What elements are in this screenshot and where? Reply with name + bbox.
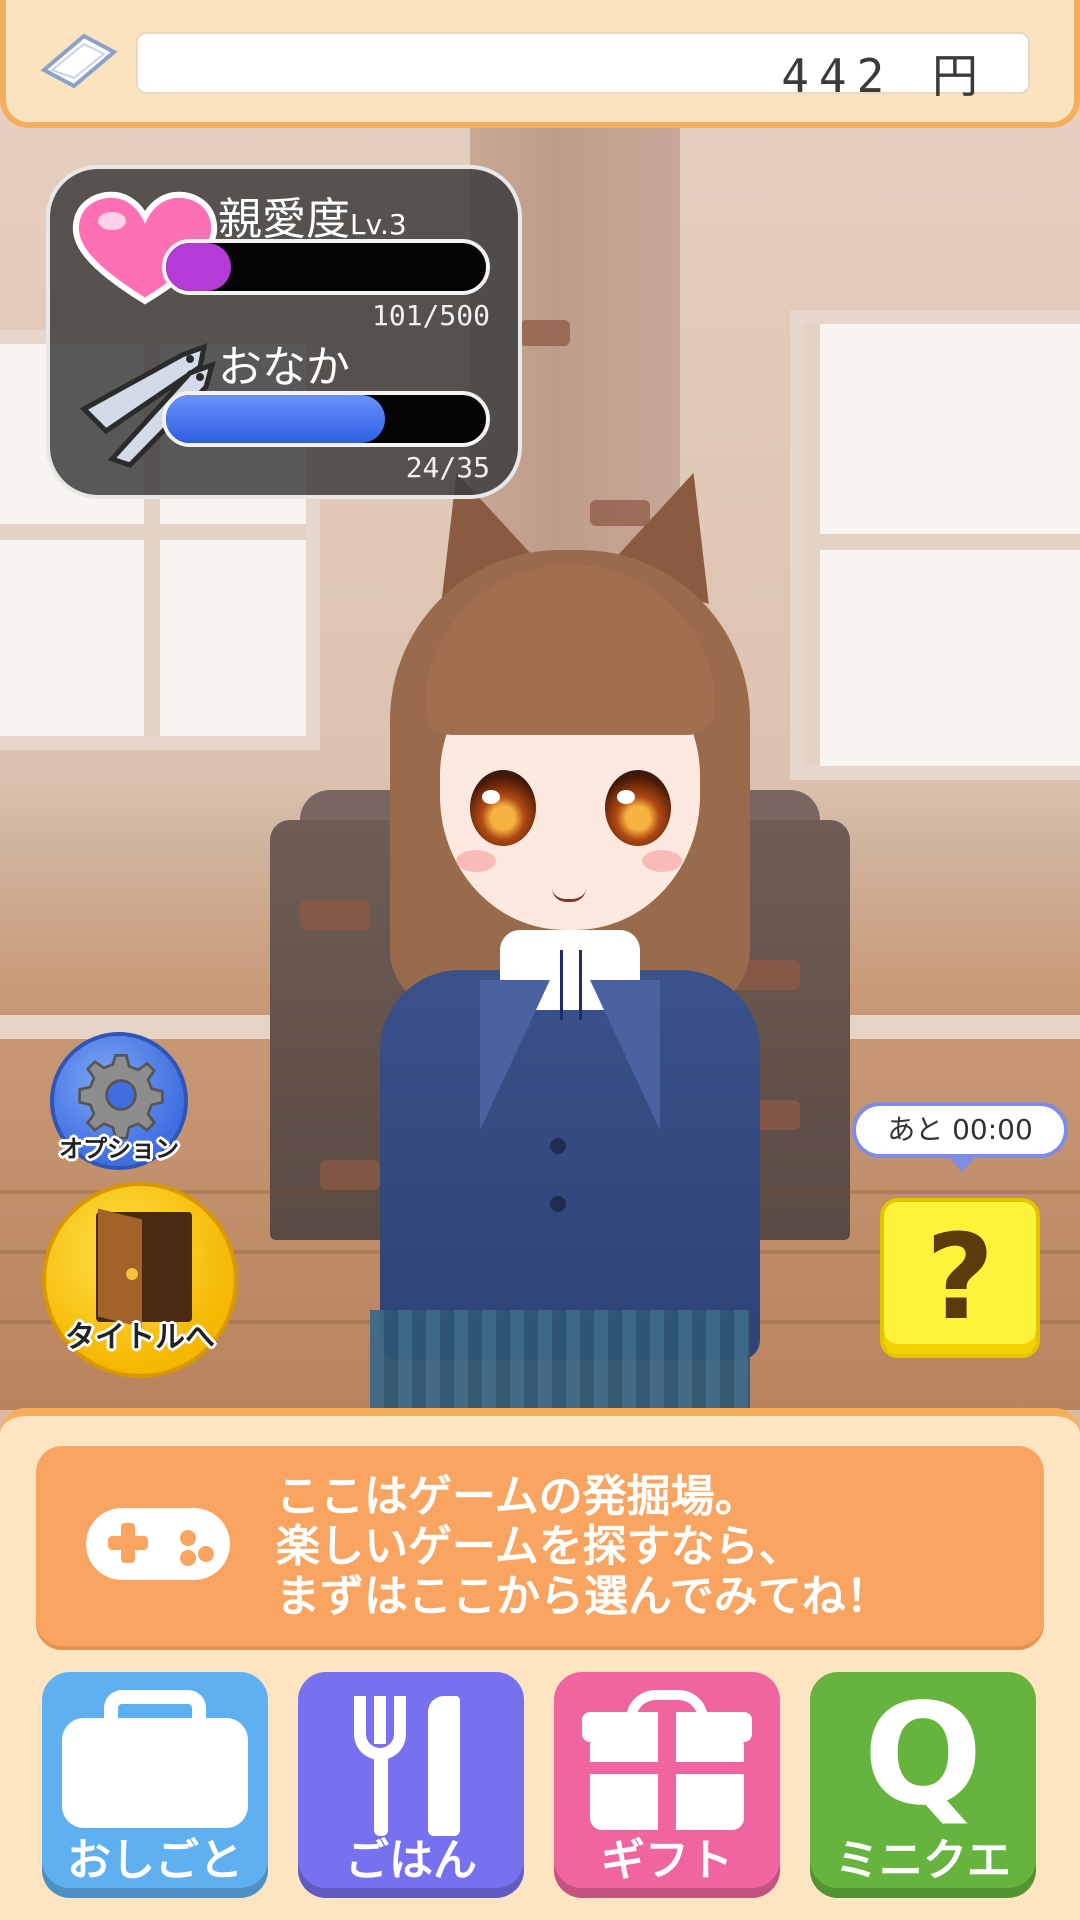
- hunger-count: 24/35: [405, 451, 490, 484]
- affection-count: 101/500: [371, 299, 490, 332]
- message-text: ここはゲームの発掘場。 楽しいゲームを探すなら、 まずはここから選んでみてね！: [276, 1472, 890, 1622]
- cat-girl-character[interactable]: [370, 455, 770, 1410]
- blazer: [380, 970, 760, 1360]
- banknote-icon: [40, 33, 118, 89]
- message-line-3: まずはここから選んでみてね！: [276, 1571, 890, 1622]
- message-box[interactable]: ここはゲームの発掘場。 楽しいゲームを探すなら、 まずはここから選んでみてね！: [36, 1446, 1044, 1646]
- gift-button[interactable]: ギフト: [554, 1672, 780, 1898]
- work-button[interactable]: おしごと: [42, 1672, 268, 1898]
- eye-right: [605, 770, 671, 846]
- affection-level: Lv.3: [350, 208, 407, 241]
- money-value: 442 円: [781, 49, 988, 103]
- work-label: おしごと: [67, 1835, 243, 1886]
- quest-timer-bubble: あと 00:00: [852, 1102, 1068, 1172]
- option-label: オプション: [59, 1135, 179, 1163]
- affection-bar-fill: [166, 243, 231, 291]
- eye-left: [470, 770, 536, 846]
- quest-q-icon: Q: [863, 1674, 983, 1837]
- mini-quest-button[interactable]: Q ミニクエ: [810, 1672, 1036, 1898]
- gamepad-icon: [86, 1508, 230, 1580]
- affection-bar: [162, 239, 490, 295]
- hunger-label: おなか: [218, 342, 350, 393]
- mini-quest-label: ミニクエ: [835, 1835, 1011, 1886]
- gear-icon: [78, 1054, 164, 1140]
- money-display: 442 円: [136, 32, 1030, 103]
- option-button[interactable]: オプション: [50, 1032, 188, 1170]
- to-title-button[interactable]: タイトルへ: [42, 1182, 238, 1378]
- hunger-bar-fill: [166, 395, 386, 443]
- affection-label: 親愛度Lv.3: [218, 194, 407, 245]
- money-bar: 442 円: [0, 0, 1080, 128]
- food-label: ごはん: [345, 1835, 477, 1886]
- ribbon: [560, 950, 582, 1020]
- to-title-label: タイトルへ: [65, 1320, 215, 1355]
- hunger-bar: [162, 391, 490, 447]
- right-window: [790, 310, 1080, 780]
- gift-label: ギフト: [601, 1835, 733, 1886]
- plaid-skirt: [370, 1310, 750, 1410]
- status-panel: 親愛度Lv.3 101/500 おなか 24/35: [46, 165, 522, 499]
- food-button[interactable]: ごはん: [298, 1672, 524, 1898]
- mystery-quest-button[interactable]: ?: [880, 1198, 1040, 1358]
- message-line-2: 楽しいゲームを探すなら、: [276, 1521, 803, 1572]
- message-line-1: ここはゲームの発掘場。: [276, 1471, 759, 1522]
- bottom-panel: ここはゲームの発掘場。 楽しいゲームを探すなら、 まずはここから選んでみてね！ …: [0, 1408, 1080, 1920]
